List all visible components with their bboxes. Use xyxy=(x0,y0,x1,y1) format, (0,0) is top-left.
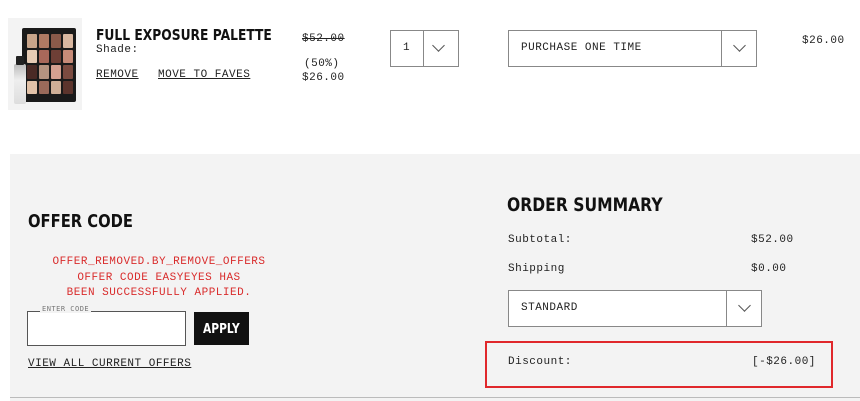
discount-percent: (50%) xyxy=(304,58,340,70)
offer-status-message: OFFER_REMOVED.BY_REMOVE_OFFERS OFFER COD… xyxy=(28,255,290,302)
eyeshadow-pan xyxy=(39,65,49,79)
apply-button-label: APPLY xyxy=(203,321,240,337)
product-image[interactable] xyxy=(8,18,82,110)
line-total: $26.00 xyxy=(802,35,845,47)
product-name[interactable]: FULL EXPOSURE PALETTE xyxy=(96,26,272,44)
eyeshadow-pan xyxy=(27,80,37,94)
offer-message-line: OFFER CODE EASYEYES HAS xyxy=(77,271,241,284)
eyeshadow-pan xyxy=(63,34,73,48)
discount-label: Discount: xyxy=(508,356,572,368)
offer-code-input[interactable] xyxy=(28,312,185,345)
order-summary-title: ORDER SUMMARY xyxy=(507,194,663,216)
primer-tube xyxy=(14,56,26,104)
shipping-method-value: STANDARD xyxy=(521,302,578,314)
purchase-option-value: PURCHASE ONE TIME xyxy=(521,42,642,54)
subtotal-label: Subtotal: xyxy=(508,234,572,246)
move-to-faves-link[interactable]: MOVE TO FAVES xyxy=(158,69,250,81)
offer-message-line: OFFER_REMOVED.BY_REMOVE_OFFERS xyxy=(52,256,266,268)
quantity-value: 1 xyxy=(403,42,411,54)
divider xyxy=(10,397,860,398)
chevron-down-icon[interactable] xyxy=(738,299,751,312)
eyeshadow-pan xyxy=(51,34,61,48)
select-divider xyxy=(721,31,722,66)
offer-message-line: BEEN SUCCESSFULLY APPLIED. xyxy=(66,287,252,299)
eyeshadow-pan xyxy=(51,65,61,79)
sale-price: $26.00 xyxy=(302,72,345,84)
shade-label: Shade: xyxy=(96,44,139,56)
original-price: $52.00 xyxy=(302,33,345,45)
eyeshadow-pan xyxy=(51,49,61,63)
offer-code-label: ENTER CODE xyxy=(40,305,92,313)
offer-code-title: OFFER CODE xyxy=(28,211,134,232)
remove-link[interactable]: REMOVE xyxy=(96,69,139,81)
eyeshadow-pan xyxy=(63,65,73,79)
eyeshadow-pan xyxy=(27,34,37,48)
eyeshadow-pan xyxy=(63,80,73,94)
eyeshadow-pan xyxy=(39,49,49,63)
purchase-option-select[interactable]: PURCHASE ONE TIME xyxy=(508,30,757,67)
shipping-value: $0.00 xyxy=(751,263,787,275)
quantity-select[interactable]: 1 xyxy=(390,30,459,67)
eyeshadow-pan xyxy=(51,80,61,94)
shipping-label: Shipping xyxy=(508,263,565,275)
shipping-method-select[interactable]: STANDARD xyxy=(508,290,762,327)
select-divider xyxy=(423,31,424,66)
eyeshadow-pan xyxy=(39,34,49,48)
select-divider xyxy=(726,291,727,326)
view-all-offers-link[interactable]: VIEW ALL CURRENT OFFERS xyxy=(28,358,191,370)
eyeshadow-pan xyxy=(63,49,73,63)
eyeshadow-pan xyxy=(27,65,37,79)
chevron-down-icon[interactable] xyxy=(733,39,746,52)
palette-pans xyxy=(27,34,73,94)
eyeshadow-pan xyxy=(27,49,37,63)
chevron-down-icon[interactable] xyxy=(432,39,445,52)
offer-code-field[interactable] xyxy=(27,311,186,346)
apply-button[interactable]: APPLY xyxy=(194,312,249,345)
subtotal-value: $52.00 xyxy=(751,234,794,246)
eyeshadow-pan xyxy=(39,80,49,94)
discount-value: [-$26.00] xyxy=(752,356,816,368)
